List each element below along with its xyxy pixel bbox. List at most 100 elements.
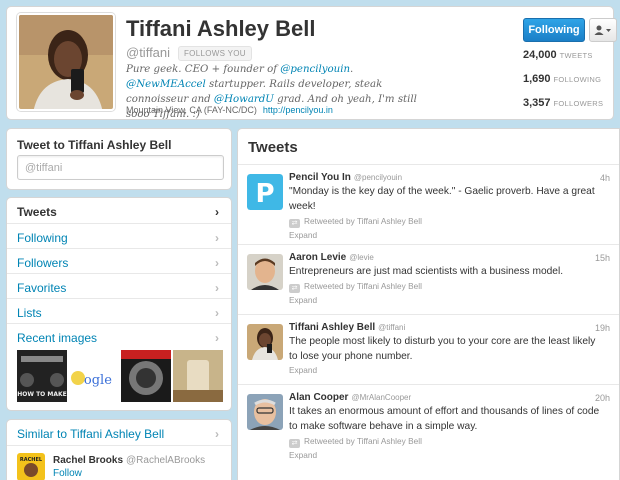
retweet-icon: ⇄ (289, 284, 300, 293)
expand-link[interactable]: Expand (289, 450, 317, 460)
expand-link[interactable]: Expand (289, 230, 317, 240)
nav-item-recent-images[interactable]: Recent images › (7, 323, 231, 348)
nav-item-followers[interactable]: Followers › (7, 248, 231, 273)
thumb-text: HOW TO MAKE (17, 391, 66, 398)
retweeted-by-text: Retweeted by Tiffani Ashley Bell (304, 281, 422, 291)
nav-item-tweets[interactable]: Tweets › (7, 198, 231, 223)
tweet-item[interactable]: Tiffani Ashley Bell @tiffani 19h The peop… (238, 315, 619, 385)
profile-location-row: Mountain View, CA (FAY-NC/DC) http://penc… (126, 105, 333, 115)
similar-to-title: Similar to Tiffani Ashley Bell (17, 427, 165, 441)
tweet-avatar[interactable] (247, 394, 283, 430)
tweets-stream: Tweets P Pencil You In @pencilyouin 4h "M… (237, 128, 620, 480)
recent-image-thumb[interactable] (121, 350, 171, 402)
nav-item-favorites[interactable]: Favorites › (7, 273, 231, 298)
retweet-icon: ⇄ (289, 219, 300, 228)
profile-url-link[interactable]: http://pencilyou.in (263, 105, 333, 115)
tweet-to-title: Tweet to Tiffani Ashley Bell (17, 138, 172, 152)
tweet-to-input[interactable]: @tiffani (17, 155, 224, 180)
tweet-to-box: Tweet to Tiffani Ashley Bell @tiffani (6, 128, 232, 190)
recent-image-thumb[interactable]: oogle (69, 350, 119, 402)
bio-text: . (350, 64, 354, 75)
profile-location: Mountain View, CA (FAY-NC/DC) (126, 105, 257, 115)
nav-item-lists[interactable]: Lists › (7, 298, 231, 323)
nav-item-label: Recent images (17, 331, 98, 345)
profile-handle: @tiffani (126, 45, 171, 60)
chevron-right-icon: › (215, 306, 219, 320)
stat-value: 3,357 (523, 97, 551, 109)
retweeted-by-text: Retweeted by Tiffani Ashley Bell (304, 436, 422, 446)
tweet-text: "Monday is the key day of the week." - G… (289, 186, 595, 212)
tweet-author-name[interactable]: Pencil You In (289, 172, 351, 183)
profile-avatar[interactable] (17, 13, 115, 111)
recent-image-thumb[interactable]: HOW TO MAKE (17, 350, 67, 402)
nav-item-following[interactable]: Following › (7, 223, 231, 248)
tweet-item[interactable]: P Pencil You In @pencilyouin 4h "Monday i… (238, 165, 619, 245)
chevron-right-icon: › (215, 281, 219, 295)
chevron-right-icon: › (215, 205, 219, 219)
tweet-item[interactable]: Aaron Levie @levie 15h Entrepreneurs are … (238, 245, 619, 315)
similar-to-header[interactable]: Similar to Tiffani Ashley Bell › (7, 420, 231, 446)
similar-to-box: Similar to Tiffani Ashley Bell › RACHEL R… (6, 419, 232, 480)
tweet-avatar[interactable] (247, 254, 283, 290)
chevron-right-icon: › (215, 231, 219, 245)
similar-user-follow-link[interactable]: Follow (53, 468, 82, 479)
nav-item-label: Favorites (17, 281, 67, 295)
tweet-text: It takes an enormous amount of effort an… (289, 406, 600, 432)
nav-item-label: Tweets (17, 205, 57, 219)
nav-item-label: Following (17, 231, 68, 245)
profile-stats: 24,000 TWEETS 1,690 FOLLOWING 3,357 FOLLOWE… (523, 49, 617, 121)
tweet-author-name[interactable]: Tiffani Ashley Bell (289, 322, 375, 333)
tweet-author-handle: @tiffani (378, 323, 406, 332)
tweet-timestamp[interactable]: 15h (595, 253, 610, 263)
tweet-avatar[interactable]: P (247, 174, 283, 210)
expand-link[interactable]: Expand (289, 295, 317, 305)
stream-title: Tweets (248, 139, 298, 156)
retweeted-by-text: Retweeted by Tiffani Ashley Bell (304, 216, 422, 226)
retweeted-by: ⇄ Retweeted by Tiffani Ashley Bell (289, 281, 422, 293)
stat-tweets[interactable]: 24,000 TWEETS (523, 49, 617, 73)
stat-value: 1,690 (523, 73, 551, 85)
stat-following[interactable]: 1,690 FOLLOWING (523, 73, 617, 97)
tweet-timestamp[interactable]: 20h (595, 393, 610, 403)
tweet-author-handle: @pencilyouin (353, 173, 403, 182)
stat-label: FOLLOWERS (553, 99, 604, 108)
tweet-timestamp[interactable]: 4h (600, 173, 610, 183)
avatar-letter: P (255, 179, 274, 209)
retweeted-by: ⇄ Retweeted by Tiffani Ashley Bell (289, 436, 422, 448)
tweet-author-row: Tiffani Ashley Bell @tiffani (289, 322, 405, 333)
recent-image-thumb[interactable] (173, 350, 223, 402)
chevron-right-icon: › (215, 427, 219, 441)
tweet-author-name[interactable]: Alan Cooper (289, 392, 348, 403)
recent-images-grid: HOW TO MAKE oogle (17, 350, 223, 402)
stat-followers[interactable]: 3,357 FOLLOWERS (523, 97, 617, 121)
retweet-icon: ⇄ (289, 439, 300, 448)
tweet-author-row: Pencil You In @pencilyouin (289, 172, 402, 183)
expand-link[interactable]: Expand (289, 365, 317, 375)
tweet-item[interactable]: Alan Cooper @MrAlanCooper 20h It takes an… (238, 385, 619, 465)
bio-mention-newmeaccel[interactable]: @NewMEAccel (126, 79, 206, 90)
profile-card: Tiffani Ashley Bell @tiffani FOLLOWS YOU… (6, 6, 617, 121)
nav-item-label: Lists (17, 306, 42, 320)
bio-mention-pencilyouin[interactable]: @pencilyouin (280, 64, 350, 75)
tweet-text: The people most likely to disturb you to… (289, 336, 596, 362)
tweet-avatar[interactable] (247, 324, 283, 360)
profile-nav: Tweets › Following › Followers › Favorites ›… (6, 197, 232, 411)
following-button[interactable]: Following (523, 18, 585, 42)
follows-you-badge: FOLLOWS YOU (178, 46, 252, 61)
stat-label: TWEETS (559, 51, 593, 60)
stat-value: 24,000 (523, 49, 557, 61)
similar-user-avatar[interactable]: RACHEL (17, 453, 45, 480)
bio-mention-howardu[interactable]: @HowardU (214, 94, 274, 105)
similar-user-handle: @RachelABrooks (126, 455, 206, 466)
nav-item-label: Followers (17, 256, 69, 270)
user-actions-button[interactable] (589, 18, 617, 42)
chevron-right-icon: › (215, 256, 219, 270)
tweet-author-handle: @MrAlanCooper (351, 393, 412, 402)
tweet-author-row: Alan Cooper @MrAlanCooper (289, 392, 411, 403)
tweet-author-name[interactable]: Aaron Levie (289, 252, 346, 263)
avatar-text: RACHEL (20, 457, 43, 463)
similar-user-name-row: Rachel Brooks @RachelABrooks (53, 455, 205, 466)
tweet-timestamp[interactable]: 19h (595, 323, 610, 333)
similar-user-name[interactable]: Rachel Brooks (53, 455, 123, 466)
bio-text: Pure geek. CEO + founder of (126, 64, 281, 75)
